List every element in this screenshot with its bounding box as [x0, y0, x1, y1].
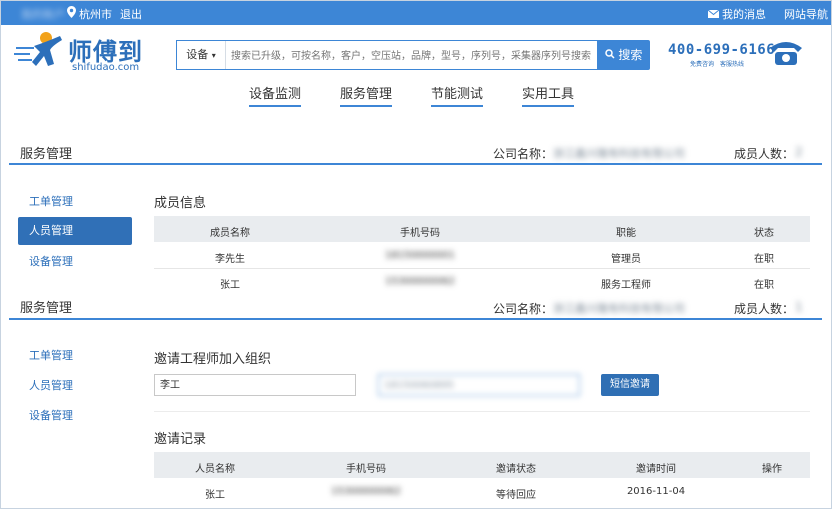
column-header: 邀请时间: [636, 464, 676, 475]
member-name: 张工: [220, 280, 240, 291]
section-divider: [9, 318, 822, 320]
member-name: 李先生: [215, 254, 245, 265]
search-input[interactable]: [229, 45, 595, 67]
sms-invite-button[interactable]: 短信邀请: [601, 374, 659, 396]
site-nav-link[interactable]: 网站导航: [784, 6, 828, 22]
invite-status: 等待回应: [496, 490, 536, 501]
user-account-link[interactable]: 我的账户: [21, 6, 65, 22]
top-bar: 我的账户 杭州市 退出 我的消息 网站导航: [1, 1, 831, 25]
member-status: 在职: [754, 254, 774, 265]
sidebar-item-work-orders[interactable]: 工单管理: [18, 342, 132, 370]
sidebar-item-devices[interactable]: 设备管理: [18, 402, 132, 430]
logo[interactable]: 师傅到 shifudao.com: [14, 30, 144, 76]
member-role: 管理员: [611, 254, 641, 265]
nav-energy-test[interactable]: 节能测试: [431, 83, 484, 107]
column-header: 手机号码: [400, 228, 440, 239]
company-label: 公司名称：: [493, 147, 554, 161]
member-phone: 18150000001: [385, 250, 455, 261]
logo-domain: shifudao.com: [72, 62, 140, 73]
invitee-name: 张工: [205, 490, 225, 501]
hotline-number: 400-699-6166: [668, 42, 776, 58]
sidebar-item-personnel[interactable]: 人员管理: [18, 217, 132, 245]
search-box: 设备 ▾: [176, 40, 598, 70]
city-selector[interactable]: 杭州市: [79, 6, 112, 22]
divider: [154, 411, 810, 412]
member-count: 2: [795, 145, 803, 159]
column-header: 手机号码: [346, 464, 386, 475]
column-header: 成员名称: [210, 228, 250, 239]
column-header: 状态: [754, 228, 774, 239]
engineer-name-input[interactable]: 李工: [154, 374, 356, 396]
hotline-caption: 免费咨询 客服热线: [690, 61, 745, 68]
members-heading: 成员信息: [154, 196, 207, 211]
section-title: 服务管理: [20, 301, 73, 316]
member-count-label: 成员人数：: [734, 147, 795, 161]
company-name: 浙江鑫兴隆有科技有限公司: [553, 302, 685, 315]
members-table-header: [154, 216, 810, 242]
column-header: 操作: [762, 464, 782, 475]
invite-table-header: [154, 452, 810, 478]
logout-link[interactable]: 退出: [120, 6, 142, 22]
envelope-icon: [707, 8, 720, 21]
member-count: 1: [795, 300, 803, 314]
member-role: 服务工程师: [601, 280, 651, 291]
invite-record-heading: 邀请记录: [154, 432, 207, 447]
column-header: 人员名称: [195, 464, 235, 475]
row-divider: [154, 268, 810, 269]
logo-mascot-icon: [14, 32, 62, 66]
map-pin-icon: [67, 6, 76, 21]
company-label: 公司名称：: [493, 302, 554, 316]
search-icon: [604, 48, 619, 62]
search-category-select[interactable]: 设备 ▾: [177, 41, 226, 69]
telephone-icon: [770, 42, 802, 65]
member-count-label: 成员人数：: [734, 302, 795, 316]
search-button-label: 搜索: [618, 48, 643, 62]
invite-time: 2016-11-04: [626, 486, 686, 497]
column-header: 职能: [616, 228, 636, 239]
nav-device-monitoring[interactable]: 设备监测: [249, 83, 302, 107]
messages-link[interactable]: 我的消息: [722, 6, 766, 22]
member-status: 在职: [754, 280, 774, 291]
invite-heading: 邀请工程师加入组织: [154, 352, 272, 367]
nav-tools[interactable]: 实用工具: [522, 83, 575, 107]
sidebar-item-devices[interactable]: 设备管理: [18, 248, 132, 276]
caret-down-icon: ▾: [211, 51, 216, 60]
sidebar-item-work-orders[interactable]: 工单管理: [18, 188, 132, 216]
search-button[interactable]: 搜索: [597, 40, 650, 70]
column-header: 邀请状态: [496, 464, 536, 475]
section-title: 服务管理: [20, 147, 73, 162]
section-divider: [9, 163, 822, 165]
sidebar-item-personnel[interactable]: 人员管理: [18, 372, 132, 400]
nav-service-management[interactable]: 服务管理: [340, 83, 393, 107]
company-name: 浙江鑫兴隆有科技有限公司: [553, 147, 685, 160]
engineer-phone-input[interactable]: 18150060895: [378, 374, 580, 396]
member-phone: 15300000062: [385, 276, 455, 287]
invitee-phone: 15300000062: [331, 486, 401, 497]
